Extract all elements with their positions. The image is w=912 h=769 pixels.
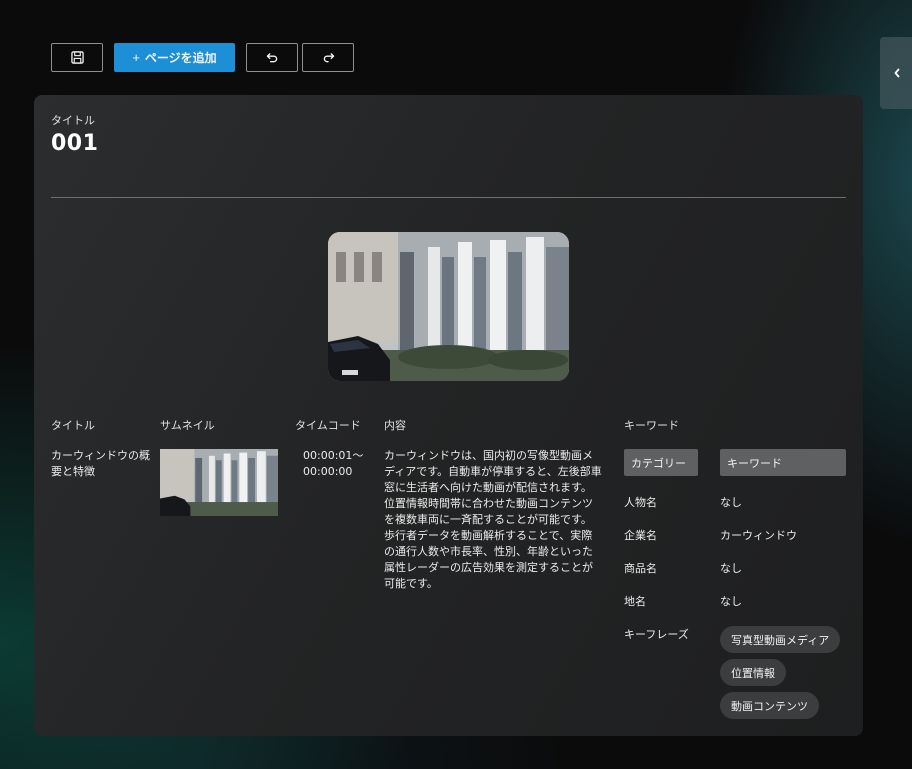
row-title: カーウィンドウの概要と特徴 <box>51 449 150 478</box>
building-car-illustration <box>328 232 569 381</box>
column-header-thumbnail: サムネイル <box>160 419 215 432</box>
keyphrase-chip[interactable]: 位置情報 <box>720 659 786 686</box>
keyphrase-chip[interactable]: 動画コンテンツ <box>720 692 819 719</box>
add-page-label: ページを追加 <box>144 51 217 65</box>
page-panel: タイトル 001 タイトル サムネイル タイムコード 内容 キーワード カーウィ… <box>34 95 863 736</box>
undo-button[interactable] <box>246 43 298 72</box>
side-panel-toggle[interactable] <box>880 37 912 109</box>
keyword-place-label: 地名 <box>624 595 646 608</box>
plus-icon: + <box>132 50 140 65</box>
title-divider <box>51 197 846 198</box>
toolbar: + ページを追加 <box>51 43 354 72</box>
keyword-keyword-header: キーワード <box>720 449 846 476</box>
column-header-timecode: タイムコード <box>295 419 361 432</box>
keyword-place-value: なし <box>720 595 742 608</box>
keyword-product-label: 商品名 <box>624 562 657 575</box>
column-header-keywords: キーワード <box>624 419 679 432</box>
row-timecode-start: 00:00:01〜 <box>303 449 364 462</box>
column-header-content: 内容 <box>384 419 406 432</box>
building-car-thumbnail <box>160 449 278 516</box>
keyword-person-label: 人物名 <box>624 496 657 509</box>
undo-icon <box>266 53 277 63</box>
keyphrase-chip[interactable]: 写真型動画メディア <box>720 626 841 653</box>
keyword-category-header: カテゴリー <box>624 449 698 476</box>
row-thumbnail-image[interactable] <box>160 449 278 516</box>
redo-button[interactable] <box>302 43 354 72</box>
keyword-company-label: 企業名 <box>624 529 657 542</box>
add-page-button[interactable]: + ページを追加 <box>114 43 235 72</box>
redo-icon <box>323 53 334 63</box>
keyword-phrase-label: キーフレーズ <box>624 628 689 641</box>
keyword-person-value: なし <box>720 496 742 509</box>
keyword-product-value: なし <box>720 562 742 575</box>
save-button[interactable] <box>51 43 103 72</box>
column-header-title: タイトル <box>51 419 95 432</box>
main-thumbnail-image[interactable] <box>328 232 569 381</box>
row-content: カーウィンドウは、国内初の写像型動画メディアです。自動車が停車すると、左後部車窓… <box>384 449 602 590</box>
row-timecode-end: 00:00:00 <box>303 465 353 478</box>
keyword-company-value: カーウィンドウ <box>720 529 797 542</box>
floppy-disk-icon <box>70 51 84 64</box>
chevron-left-icon <box>894 68 900 78</box>
title-label: タイトル <box>51 114 95 127</box>
page-title: 001 <box>51 131 99 156</box>
